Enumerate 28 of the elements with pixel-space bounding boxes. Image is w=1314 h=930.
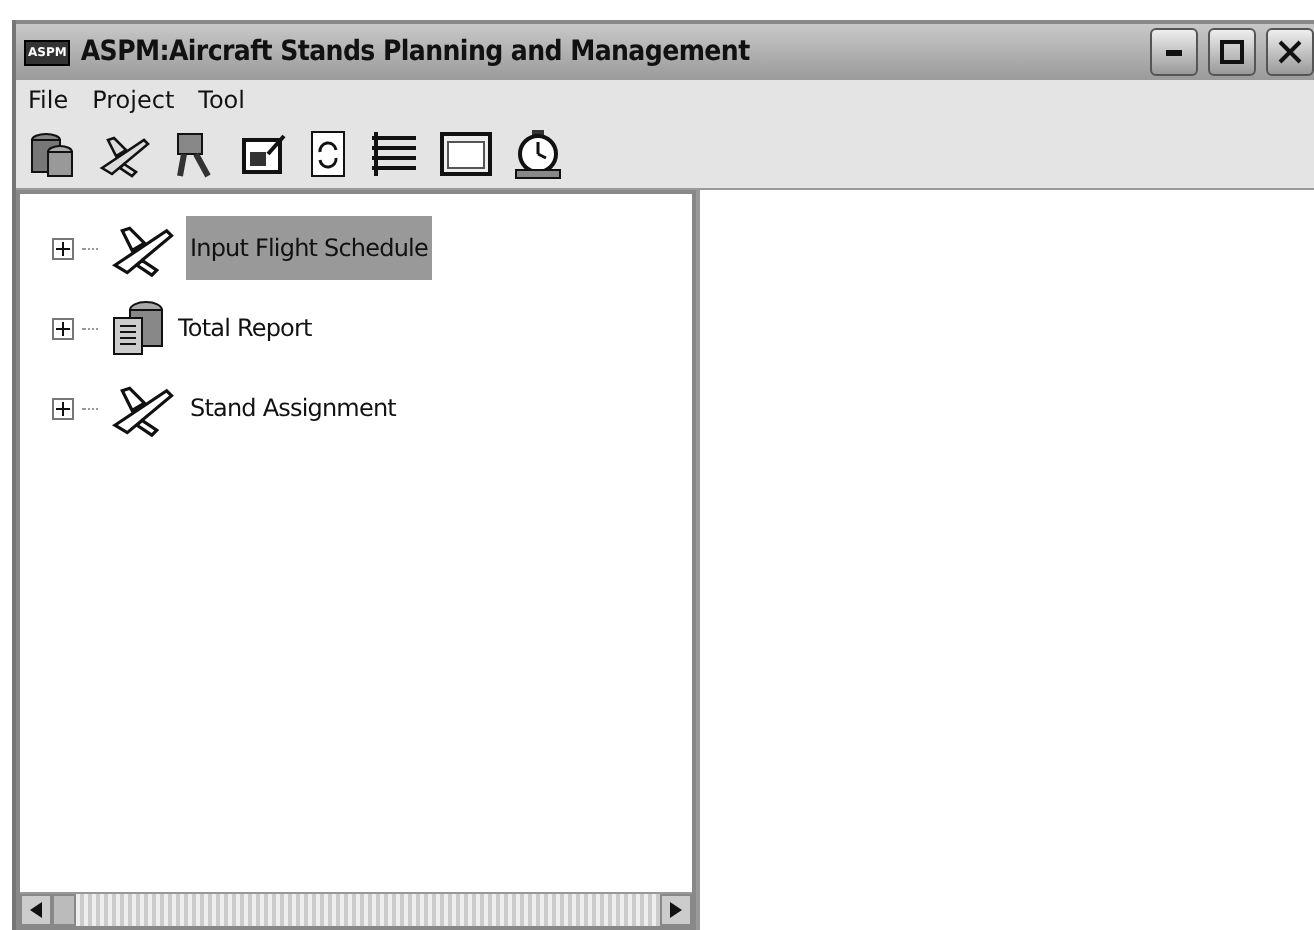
window-title: ASPM:Aircraft Stands Planning and Management — [80, 36, 752, 68]
scroll-right-button[interactable] — [660, 894, 692, 926]
menu-item[interactable]: Tool — [198, 86, 245, 114]
close-icon — [1278, 40, 1302, 64]
minimize-icon — [1166, 49, 1182, 55]
menu-item[interactable]: Project — [92, 86, 175, 114]
tree-item[interactable]: Total Report — [174, 296, 316, 360]
database-icon[interactable] — [28, 128, 76, 180]
maximize-icon — [1220, 40, 1244, 64]
stopwatch-icon[interactable] — [512, 128, 564, 180]
expand-toggle[interactable] — [52, 317, 74, 339]
menu-item[interactable]: File — [28, 86, 69, 114]
left-arrow-icon — [30, 902, 42, 918]
tree-item[interactable]: Stand Assignment — [186, 376, 400, 440]
chart-icon[interactable] — [240, 130, 288, 178]
tree-item[interactable]: Input Flight Schedule — [186, 216, 432, 280]
close-button[interactable] — [1266, 28, 1314, 76]
minimize-button[interactable] — [1150, 28, 1198, 76]
scroll-thumb[interactable] — [52, 894, 76, 926]
refresh-document-icon[interactable] — [308, 128, 348, 180]
maximize-button[interactable] — [1208, 28, 1256, 76]
right-arrow-icon — [670, 902, 682, 918]
expand-toggle[interactable] — [52, 237, 74, 259]
expand-toggle[interactable] — [52, 397, 74, 419]
horizontal-scrollbar[interactable] — [20, 892, 692, 926]
scroll-left-button[interactable] — [20, 894, 52, 926]
list-icon[interactable] — [368, 128, 420, 180]
window-icon[interactable] — [440, 132, 492, 176]
